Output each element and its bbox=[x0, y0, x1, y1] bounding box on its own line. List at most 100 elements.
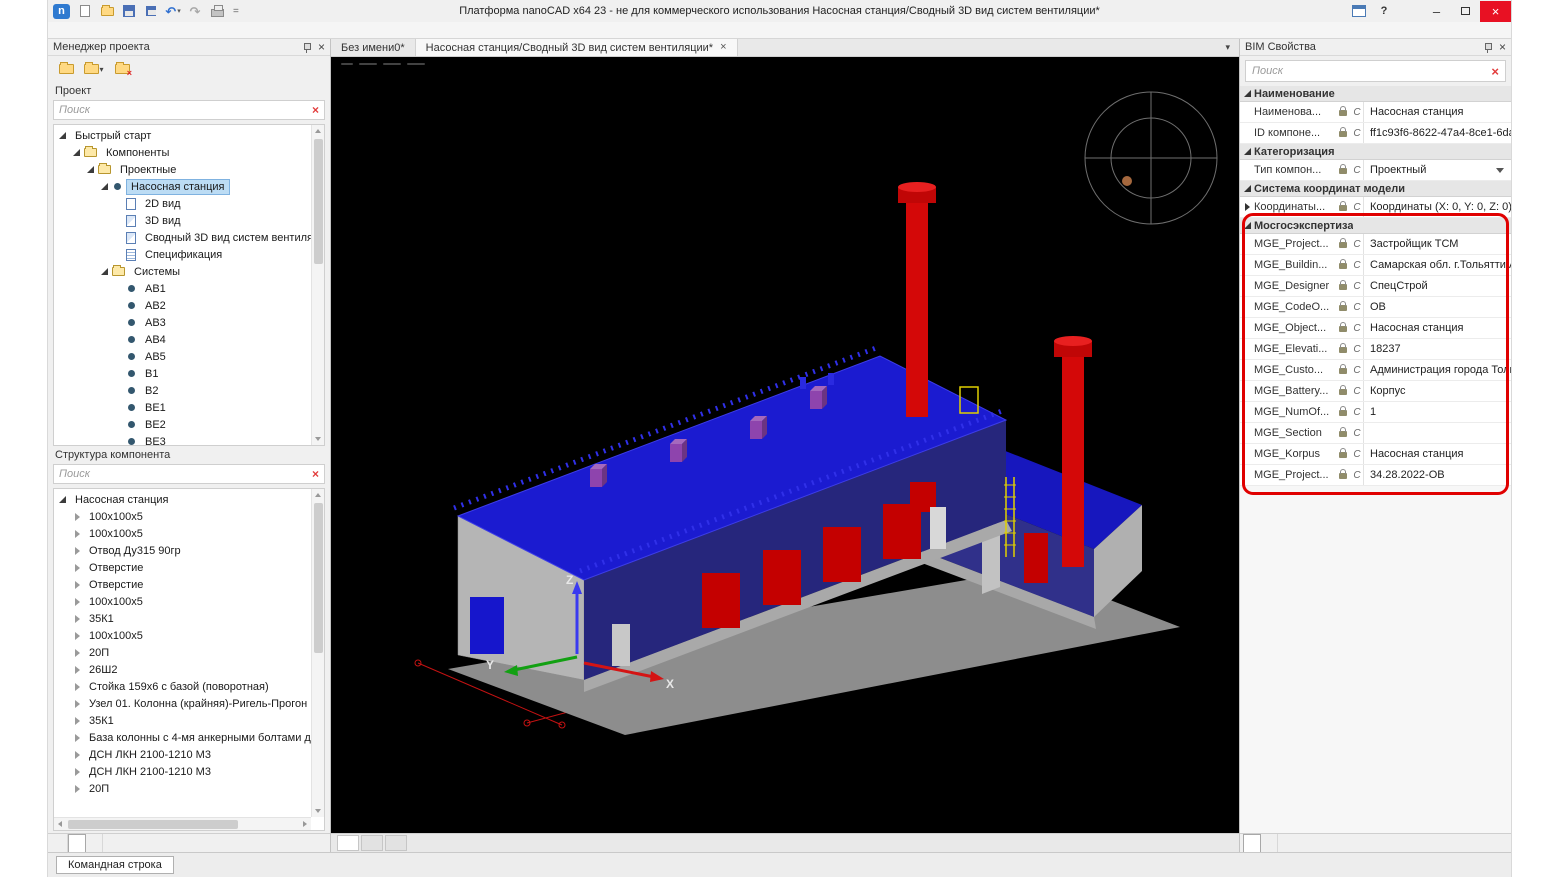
expand-icon[interactable] bbox=[1240, 222, 1254, 229]
tree-expand-icon[interactable] bbox=[72, 562, 83, 573]
redo-button[interactable]: ↷ bbox=[185, 3, 205, 20]
tree-expand-icon[interactable] bbox=[72, 698, 83, 709]
property-row[interactable]: MGE_Battery... С Корпус bbox=[1240, 381, 1511, 402]
copy-icon[interactable]: С bbox=[1351, 202, 1363, 213]
expand-icon[interactable] bbox=[1240, 148, 1254, 155]
panel-close-icon[interactable]: × bbox=[1499, 41, 1506, 53]
copy-icon[interactable]: С bbox=[1351, 323, 1363, 334]
tree-expand-icon[interactable] bbox=[72, 596, 83, 607]
calendar-icon[interactable] bbox=[1352, 5, 1366, 17]
project-search-clear-icon[interactable]: × bbox=[312, 104, 319, 116]
dropdown-icon[interactable] bbox=[1496, 168, 1504, 173]
project-tree-item[interactable]: В1 bbox=[54, 365, 310, 382]
property-row[interactable]: MGE_Korpus С Насосная станция bbox=[1240, 444, 1511, 465]
tree-expand-icon[interactable] bbox=[114, 368, 125, 379]
project-tree-item[interactable]: 2D вид bbox=[54, 195, 310, 212]
viewport-control-button[interactable] bbox=[359, 63, 377, 65]
structure-tree-item[interactable]: 100x100x5 bbox=[54, 627, 310, 644]
property-row[interactable]: Мосгосэкспертиза С bbox=[1240, 218, 1511, 234]
model-viewport[interactable]: Z Y X bbox=[331, 57, 1239, 833]
tree-expand-icon[interactable] bbox=[100, 266, 111, 277]
structure-tree-item[interactable]: ДСН ЛКН 2100-1210 М3 bbox=[54, 763, 310, 780]
viewport-control-button[interactable] bbox=[341, 63, 353, 65]
property-value[interactable]: Застройщик ТСМ bbox=[1363, 234, 1511, 254]
copy-icon[interactable]: С bbox=[1351, 344, 1363, 355]
property-value[interactable]: СпецСтрой bbox=[1363, 276, 1511, 296]
document-tab-close-icon[interactable]: × bbox=[720, 42, 726, 53]
property-row[interactable]: MGE_Object... С Насосная станция bbox=[1240, 318, 1511, 339]
property-row[interactable]: Тип компон... С Проектный bbox=[1240, 160, 1511, 181]
property-row[interactable]: MGE_Elevati... С 18237 bbox=[1240, 339, 1511, 360]
scroll-up-icon[interactable] bbox=[315, 493, 321, 497]
new-file-button[interactable] bbox=[75, 3, 95, 20]
property-row[interactable]: MGE_Custo... С Администрация города Толь… bbox=[1240, 360, 1511, 381]
property-row[interactable]: MGE_Project... С 34.28.2022-ОВ bbox=[1240, 465, 1511, 486]
bim-search-input[interactable]: Поиск × bbox=[1245, 60, 1506, 82]
lock-icon[interactable] bbox=[1339, 168, 1347, 174]
lock-icon[interactable] bbox=[1339, 284, 1347, 290]
tree-expand-icon[interactable] bbox=[114, 198, 125, 209]
right-panel-tab[interactable] bbox=[1261, 834, 1278, 852]
right-panel-tab[interactable] bbox=[1243, 834, 1261, 852]
tree-expand-icon[interactable] bbox=[86, 164, 97, 175]
tree-expand-icon[interactable] bbox=[72, 749, 83, 760]
structure-tree-item[interactable]: Узел 01. Колонна (крайняя)-Ригель-Прогон bbox=[54, 695, 310, 712]
tree-expand-icon[interactable] bbox=[72, 766, 83, 777]
lock-icon[interactable] bbox=[1339, 305, 1347, 311]
tree-expand-icon[interactable] bbox=[72, 783, 83, 794]
project-search-input[interactable]: Поиск × bbox=[53, 100, 325, 120]
copy-icon[interactable]: С bbox=[1351, 428, 1363, 439]
scrollbar-thumb[interactable] bbox=[314, 139, 323, 264]
property-value[interactable]: 34.28.2022-ОВ bbox=[1363, 465, 1511, 485]
lock-icon[interactable] bbox=[1339, 431, 1347, 437]
property-value[interactable]: ff1c93f6-8622-47a4-8ce1-6dac898 bbox=[1363, 123, 1511, 143]
copy-icon[interactable]: С bbox=[1351, 281, 1363, 292]
tree-expand-icon[interactable] bbox=[100, 181, 111, 192]
lock-icon[interactable] bbox=[1339, 452, 1347, 458]
tree-expand-icon[interactable] bbox=[72, 511, 83, 522]
layout-tab[interactable] bbox=[337, 835, 359, 851]
expand-icon[interactable] bbox=[1240, 90, 1254, 97]
property-row[interactable]: MGE_Section С bbox=[1240, 423, 1511, 444]
property-value[interactable]: 1 bbox=[1363, 402, 1511, 422]
copy-icon[interactable]: С bbox=[1351, 239, 1363, 250]
copy-icon[interactable]: С bbox=[1351, 128, 1363, 139]
open-file-button[interactable] bbox=[97, 3, 117, 20]
layout-tab[interactable] bbox=[361, 835, 383, 851]
structure-tree-item[interactable]: 20П bbox=[54, 644, 310, 661]
property-row[interactable]: ID компоне... С ff1c93f6-8622-47a4-8ce1-… bbox=[1240, 123, 1511, 144]
left-panel-tab[interactable] bbox=[68, 834, 86, 852]
structure-tree-item[interactable]: ДСН ЛКН 2100-1210 М3 bbox=[54, 746, 310, 763]
close-project-button[interactable]: × bbox=[110, 59, 134, 79]
copy-icon[interactable]: С bbox=[1351, 365, 1363, 376]
project-tree-item[interactable]: ВЕ2 bbox=[54, 416, 310, 433]
property-value[interactable]: Корпус bbox=[1363, 381, 1511, 401]
project-tree-item[interactable]: АВ3 bbox=[54, 314, 310, 331]
tree-expand-icon[interactable] bbox=[58, 494, 69, 505]
print-button[interactable] bbox=[207, 3, 227, 20]
lock-icon[interactable] bbox=[1339, 473, 1347, 479]
bim-search-clear-icon[interactable]: × bbox=[1491, 64, 1499, 79]
lock-icon[interactable] bbox=[1339, 389, 1347, 395]
undo-dropdown-icon[interactable]: ▾ bbox=[177, 7, 181, 15]
open-project-dropdown-icon[interactable]: ▾ bbox=[99, 65, 103, 74]
property-value[interactable]: Насосная станция bbox=[1363, 318, 1511, 338]
project-tree-item[interactable]: АВ4 bbox=[54, 331, 310, 348]
property-value[interactable] bbox=[1363, 423, 1511, 443]
property-value[interactable]: Координаты (X: 0, Y: 0, Z: 0), Пово bbox=[1363, 197, 1511, 217]
scroll-right-icon[interactable] bbox=[303, 821, 307, 827]
lock-icon[interactable] bbox=[1339, 410, 1347, 416]
tree-expand-icon[interactable] bbox=[114, 402, 125, 413]
property-value[interactable]: ОВ bbox=[1363, 297, 1511, 317]
structure-tree-item[interactable]: Отвод Ду315 90гр bbox=[54, 542, 310, 559]
structure-tree-item[interactable]: Стойка 159х6 с базой (поворотная) bbox=[54, 678, 310, 695]
project-tree-item[interactable]: Спецификация bbox=[54, 246, 310, 263]
copy-icon[interactable]: С bbox=[1351, 260, 1363, 271]
structure-tree-item[interactable]: 35К1 bbox=[54, 610, 310, 627]
scroll-left-icon[interactable] bbox=[58, 821, 62, 827]
structure-search-clear-icon[interactable]: × bbox=[312, 468, 319, 480]
viewport-control-button[interactable] bbox=[383, 63, 401, 65]
tree-expand-icon[interactable] bbox=[72, 613, 83, 624]
property-row[interactable]: MGE_Designer С СпецСтрой bbox=[1240, 276, 1511, 297]
copy-icon[interactable]: С bbox=[1351, 449, 1363, 460]
